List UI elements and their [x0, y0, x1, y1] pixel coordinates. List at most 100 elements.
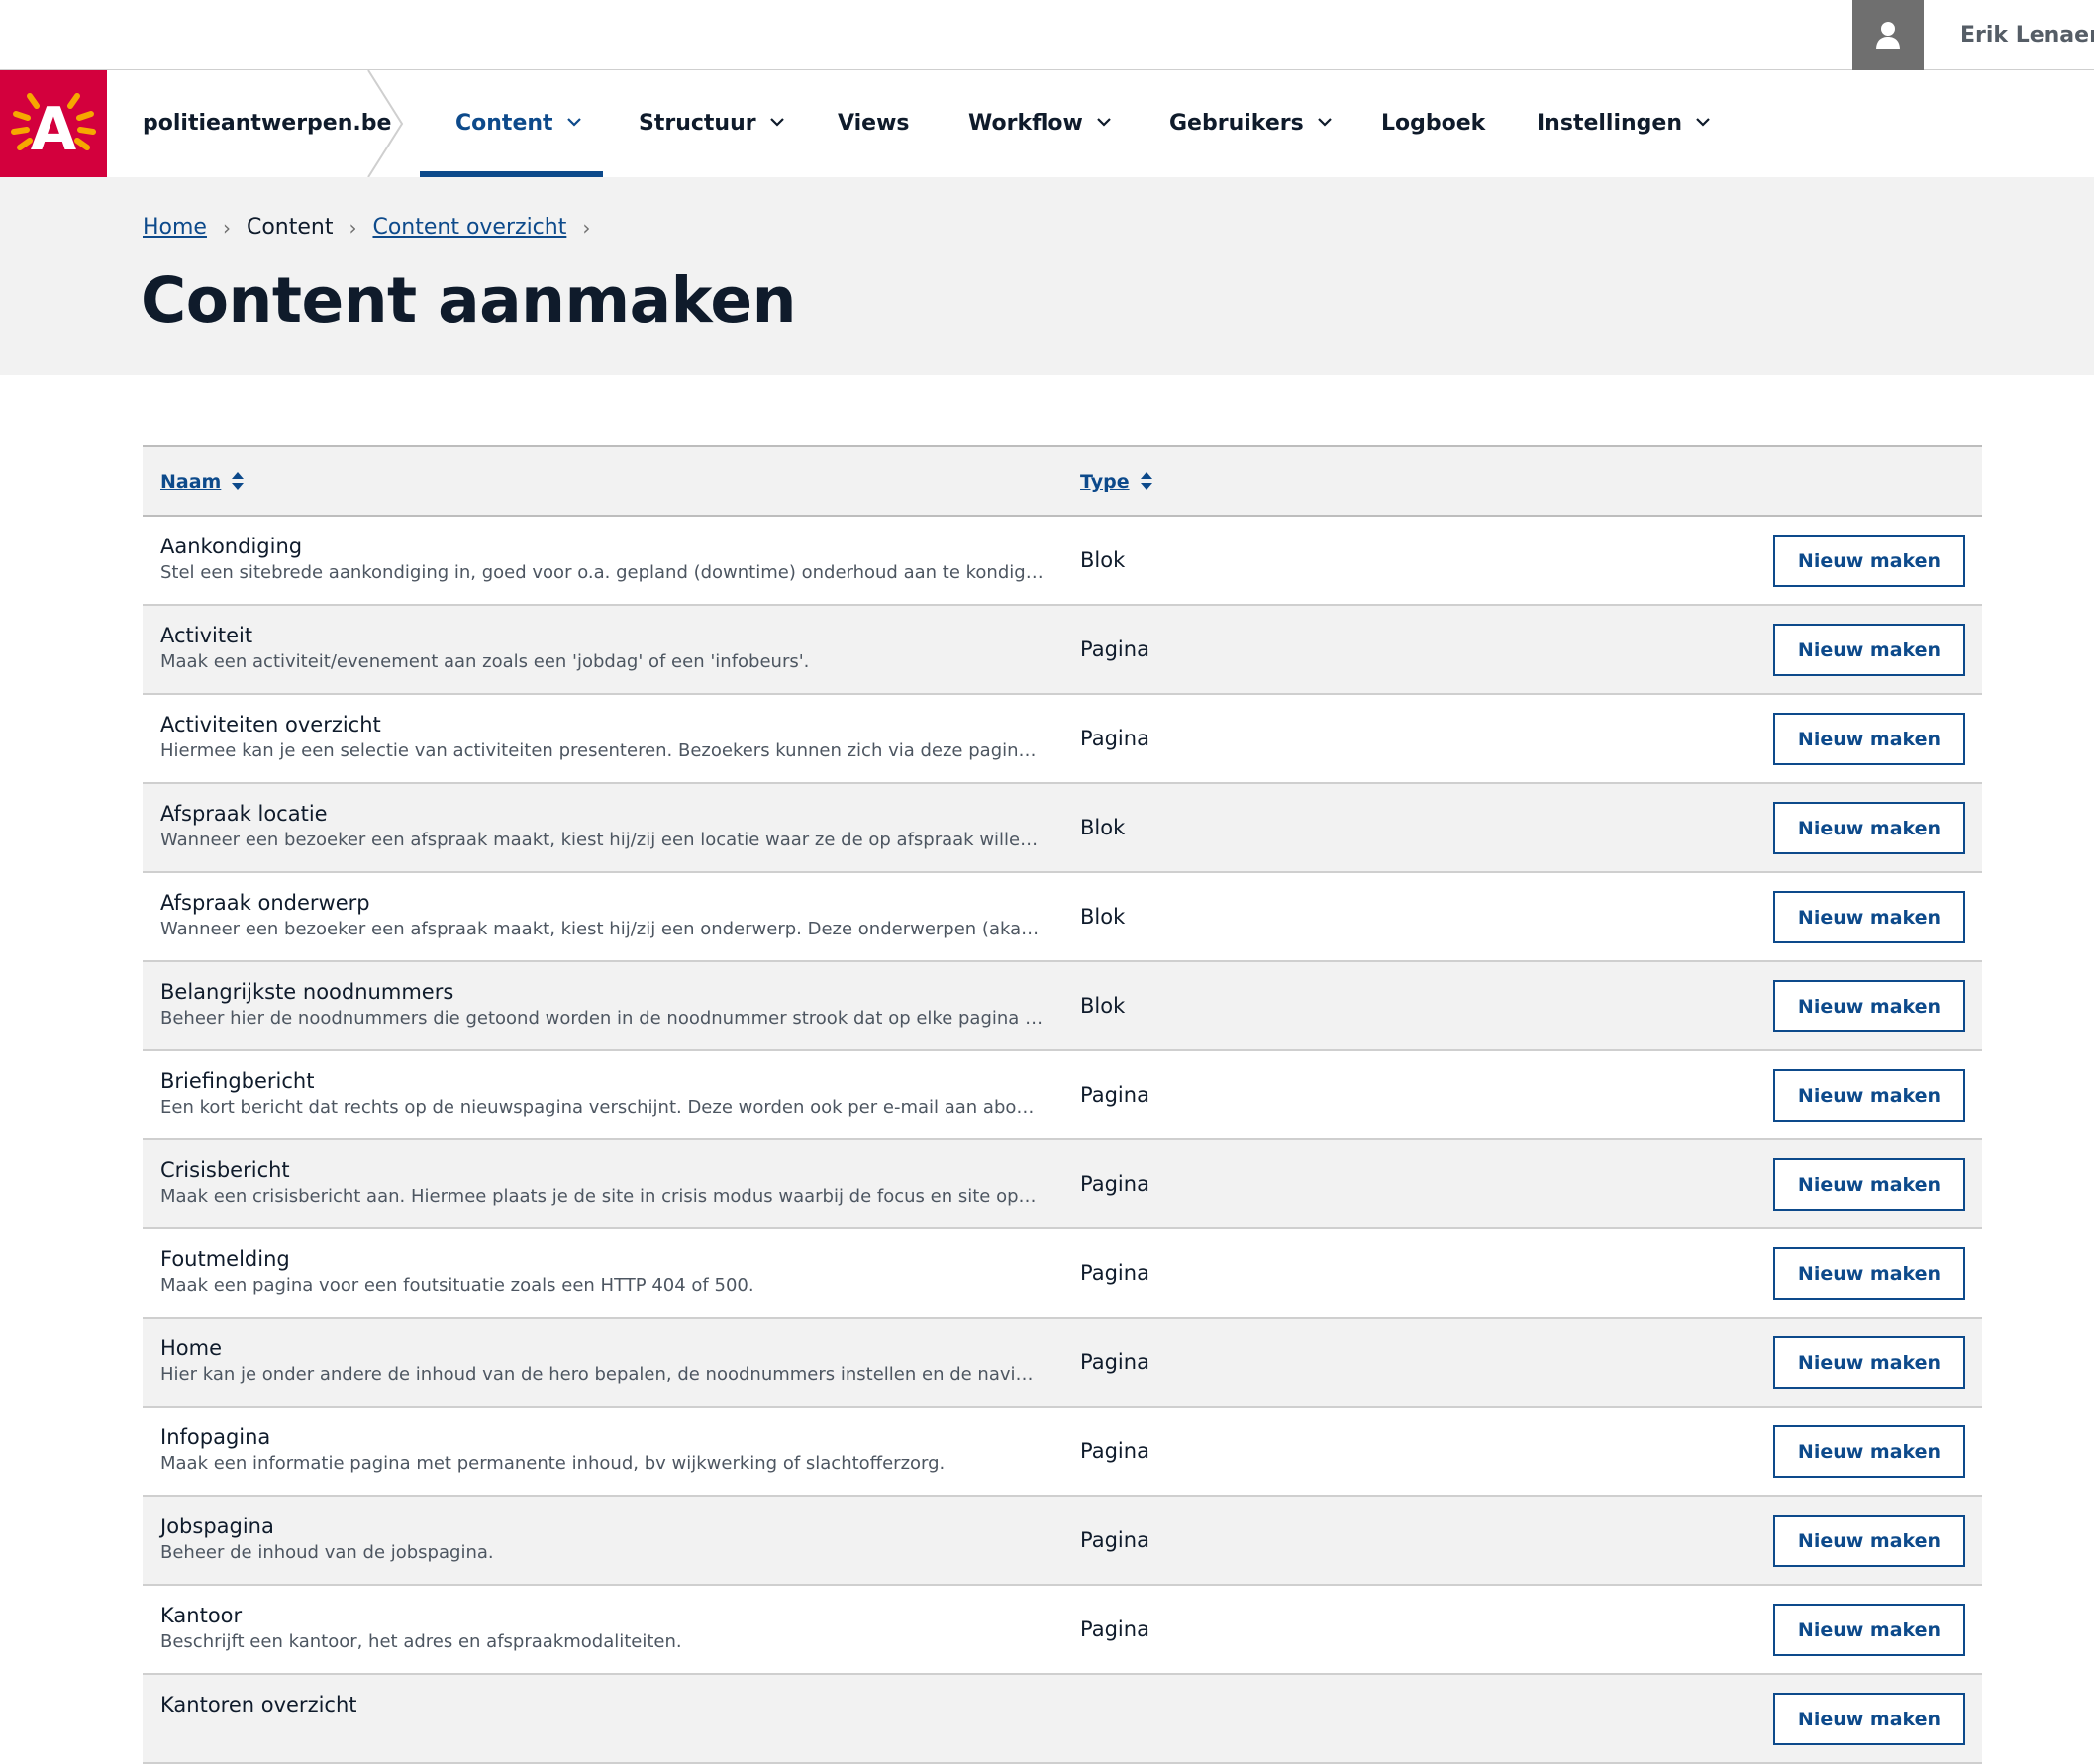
table-row: Belangrijkste noodnummers Beheer hier de … [143, 962, 1982, 1051]
content-type-description: Beschrijft een kantoor, het adres en afs… [160, 1631, 682, 1652]
content-type-kind: Pagina [1080, 1617, 1149, 1641]
breadcrumb-content: Content [246, 215, 334, 240]
column-header-label: Naam [160, 471, 222, 493]
new-content-button[interactable]: Nieuw maken [1773, 1336, 1965, 1389]
table-header: Naam Type [143, 445, 1982, 517]
page-title: Content aanmaken [141, 264, 796, 337]
content-type-kind: Pagina [1080, 727, 1149, 750]
chevron-down-icon [769, 117, 784, 127]
nav-item-workflow[interactable]: Workflow [968, 70, 1111, 177]
chevron-down-icon [1696, 117, 1710, 127]
nav-item-label: Gebruikers [1169, 111, 1304, 136]
content-type-kind: Pagina [1080, 1439, 1149, 1463]
table-row: Activiteit Maak een activiteit/evenement … [143, 606, 1982, 695]
nav-item-label: Structuur [639, 111, 756, 136]
new-content-button[interactable]: Nieuw maken [1773, 1693, 1965, 1745]
content-types-table: Naam Type Aankondiging Stel een sitebrede… [143, 445, 1982, 1764]
new-content-button[interactable]: Nieuw maken [1773, 713, 1965, 765]
table-row: Afspraak locatie Wanneer een bezoeker een… [143, 784, 1982, 873]
content-type-description: Maak een informatie pagina met permanent… [160, 1453, 946, 1474]
page-header: Home › Content › Content overzicht › Con… [0, 177, 2094, 375]
content-type-kind: Pagina [1080, 1528, 1149, 1552]
top-bar: Erik Lenaerts [0, 0, 2094, 70]
content-type-kind: Pagina [1080, 1261, 1149, 1285]
user-name[interactable]: Erik Lenaerts [1960, 0, 2094, 70]
new-content-button[interactable]: Nieuw maken [1773, 1069, 1965, 1122]
content-type-kind: Blok [1080, 548, 1126, 572]
content-type-name: Crisisbericht [160, 1158, 290, 1182]
content-type-name: Infopagina [160, 1425, 271, 1449]
content-type-name: Afspraak onderwerp [160, 891, 370, 915]
chevron-right-icon: › [222, 215, 231, 240]
nav-item-instellingen[interactable]: Instellingen [1537, 70, 1710, 177]
content-type-name: Afspraak locatie [160, 802, 328, 826]
nav-separator-chevron [367, 70, 404, 177]
chevron-down-icon [1317, 117, 1332, 127]
new-content-button[interactable]: Nieuw maken [1773, 1604, 1965, 1656]
content-type-name: Activiteit [160, 624, 253, 647]
content-type-kind: Pagina [1080, 1172, 1149, 1196]
content-type-name: Foutmelding [160, 1247, 290, 1271]
content-type-description: Maak een activiteit/evenement aan zoals … [160, 651, 810, 672]
table-row: Home Hier kan je onder andere de inhoud v… [143, 1319, 1982, 1408]
content-type-name: Belangrijkste noodnummers [160, 980, 454, 1004]
nav-item-logboek[interactable]: Logboek [1381, 70, 1485, 177]
nav-item-label: Workflow [968, 111, 1083, 136]
nav-item-structuur[interactable]: Structuur [639, 70, 784, 177]
table-row: Jobspagina Beheer de inhoud van de jobspa… [143, 1497, 1982, 1586]
chevron-down-icon [566, 117, 581, 127]
user-icon [1876, 21, 1900, 49]
nav-item-label: Content [455, 111, 553, 136]
content-type-kind: Blok [1080, 905, 1126, 929]
table-row: Foutmelding Maak een pagina voor een fout… [143, 1229, 1982, 1319]
table-row: Briefingbericht Een kort bericht dat rech… [143, 1051, 1982, 1140]
breadcrumb: Home › Content › Content overzicht › [143, 215, 606, 240]
column-header-label: Type [1080, 471, 1130, 493]
new-content-button[interactable]: Nieuw maken [1773, 802, 1965, 854]
content-type-name: Briefingbericht [160, 1069, 315, 1093]
table-row: Kantoor Beschrijft een kantoor, het adres… [143, 1586, 1982, 1675]
table-body: Aankondiging Stel een sitebrede aankondig… [143, 517, 1982, 1764]
sort-by-type-header[interactable]: Type [1080, 447, 1153, 517]
chevron-right-icon: › [582, 215, 591, 240]
content-type-name: Home [160, 1336, 223, 1360]
content-type-kind: Blok [1080, 994, 1126, 1018]
antwerpen-logo[interactable]: A [0, 70, 107, 177]
new-content-button[interactable]: Nieuw maken [1773, 1247, 1965, 1300]
new-content-button[interactable]: Nieuw maken [1773, 535, 1965, 587]
chevron-down-icon [1097, 117, 1111, 127]
content-type-description: Een kort bericht dat rechts op de nieuws… [160, 1097, 1044, 1118]
chevron-right-icon: › [349, 215, 357, 240]
new-content-button[interactable]: Nieuw maken [1773, 891, 1965, 943]
new-content-button[interactable]: Nieuw maken [1773, 1425, 1965, 1478]
new-content-button[interactable]: Nieuw maken [1773, 624, 1965, 676]
table-row: Aankondiging Stel een sitebrede aankondig… [143, 517, 1982, 606]
content-type-description: Maak een crisisbericht aan. Hiermee plaa… [160, 1186, 1044, 1207]
main-navigation: A politieantwerpen.be Content Structuur … [0, 70, 2094, 177]
content-type-name: Kantoren overzicht [160, 1693, 357, 1716]
nav-item-content[interactable]: Content [455, 70, 581, 177]
site-name[interactable]: politieantwerpen.be [143, 70, 391, 177]
new-content-button[interactable]: Nieuw maken [1773, 980, 1965, 1032]
new-content-button[interactable]: Nieuw maken [1773, 1515, 1965, 1567]
content-type-description: Maak een pagina voor een foutsituatie zo… [160, 1275, 754, 1296]
user-menu-button[interactable] [1852, 0, 1924, 70]
content-type-kind: Blok [1080, 816, 1126, 839]
table-row: Crisisbericht Maak een crisisbericht aan.… [143, 1140, 1982, 1229]
table-row: Kantoren overzicht Nieuw maken [143, 1675, 1982, 1764]
content-type-description: Wanneer een bezoeker een afspraak maakt,… [160, 830, 1044, 850]
nav-item-views[interactable]: Views [838, 70, 910, 177]
nav-item-gebruikers[interactable]: Gebruikers [1169, 70, 1332, 177]
new-content-button[interactable]: Nieuw maken [1773, 1158, 1965, 1211]
content-type-kind: Pagina [1080, 637, 1149, 661]
nav-item-label: Logboek [1381, 111, 1486, 136]
content-type-name: Jobspagina [160, 1515, 274, 1538]
table-row: Infopagina Maak een informatie pagina met… [143, 1408, 1982, 1497]
content-type-name: Aankondiging [160, 535, 303, 558]
breadcrumb-overview-link[interactable]: Content overzicht [372, 215, 566, 240]
content-type-description: Hiermee kan je een selectie van activite… [160, 740, 1044, 761]
breadcrumb-home-link[interactable]: Home [143, 215, 207, 240]
sort-by-name-header[interactable]: Naam [160, 447, 245, 517]
content-type-name: Kantoor [160, 1604, 243, 1627]
content-type-name: Activiteiten overzicht [160, 713, 381, 736]
